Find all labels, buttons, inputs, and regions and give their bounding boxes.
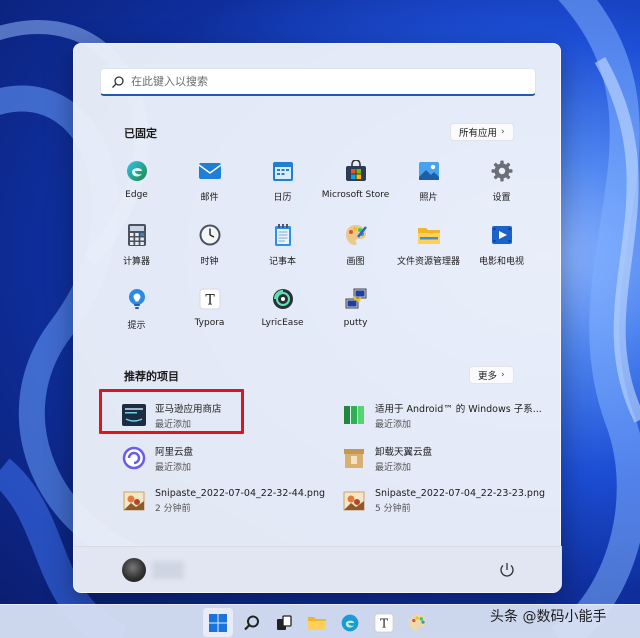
lyricease-icon (270, 286, 296, 312)
pinned-app-tips[interactable]: 提示 (100, 282, 173, 346)
app-label: Edge (125, 190, 148, 200)
app-label: 记事本 (268, 257, 296, 267)
store-icon (343, 158, 369, 184)
typora-icon[interactable]: T (373, 612, 395, 634)
recommended-item-snipaste-2[interactable]: Snipaste_2022-07-04_22-23-23.png 5 分钟前 (342, 484, 552, 518)
recommended-item-sub: 2 分钟前 (155, 504, 191, 514)
pinned-app-calculator[interactable]: 计算器 (100, 218, 173, 282)
pinned-app-settings[interactable]: 设置 (465, 154, 538, 218)
pinned-app-movies-tv[interactable]: 电影和电视 (465, 218, 538, 282)
recommended-item-name: 阿里云盘 (155, 446, 194, 458)
pinned-app-calendar[interactable]: 日历 (246, 154, 319, 218)
app-label: Microsoft Store (321, 190, 390, 200)
search-input[interactable] (131, 75, 511, 88)
app-label: 画图 (346, 257, 365, 267)
pinned-title: 已固定 (124, 127, 157, 140)
task-view-icon[interactable] (273, 612, 295, 634)
file-explorer-icon (416, 222, 442, 248)
all-apps-label: 所有应用 (459, 128, 498, 139)
svg-text:T: T (205, 293, 215, 309)
app-label: 提示 (127, 321, 146, 331)
recommended-item-sub: 最近添加 (155, 462, 192, 473)
paint-icon (343, 222, 369, 248)
recommended-title: 推荐的项目 (124, 370, 179, 383)
notepad-icon (270, 222, 296, 248)
wsa-icon (342, 403, 366, 427)
pinned-app-photos[interactable]: 照片 (392, 154, 465, 218)
recommended-item-sub: 5 分钟前 (375, 504, 411, 514)
recommended-item-name: Snipaste_2022-07-04_22-23-23.png (375, 488, 545, 499)
app-label: 日历 (273, 193, 292, 203)
recommended-item-sub: 最近添加 (375, 462, 412, 473)
calendar-icon (270, 158, 296, 184)
chevron-right-icon: › (501, 370, 505, 380)
search-icon[interactable] (241, 612, 263, 634)
more-button[interactable]: 更多 › (469, 366, 514, 384)
app-label: 电影和电视 (478, 257, 524, 267)
chevron-right-icon: › (501, 127, 505, 137)
username-redacted[interactable] (152, 561, 184, 579)
clock-icon (197, 222, 223, 248)
paint-icon[interactable] (407, 612, 429, 634)
recommended-item-wsa[interactable]: 适用于 Android™ 的 Windows 子系... 最近添加 (342, 398, 552, 432)
svg-text:T: T (380, 617, 388, 631)
image-file-icon (122, 489, 146, 513)
recommended-item-aliyun-drive[interactable]: 阿里云盘 最近添加 (122, 441, 332, 475)
avatar[interactable] (122, 558, 146, 582)
more-label: 更多 (478, 371, 498, 382)
putty-icon (343, 286, 369, 312)
photos-icon (416, 158, 442, 184)
all-apps-button[interactable]: 所有应用 › (450, 123, 514, 141)
app-label: putty (343, 318, 368, 328)
pinned-app-file-explorer[interactable]: 文件资源管理器 (392, 218, 465, 282)
pinned-app-putty[interactable]: putty (319, 282, 392, 346)
calculator-icon (124, 222, 150, 248)
pinned-app-mail[interactable]: 邮件 (173, 154, 246, 218)
tips-icon (124, 286, 150, 312)
recommended-item-sub: 最近添加 (155, 419, 192, 430)
app-label: Typora (194, 318, 225, 328)
watermark: 头条 @数码小能手 (490, 609, 607, 625)
recommended-item-amazon-appstore[interactable]: 亚马逊应用商店 最近添加 (122, 398, 332, 432)
mail-icon (197, 158, 223, 184)
uninstall-tianyi-icon (342, 446, 366, 470)
app-label: 文件资源管理器 (396, 257, 460, 267)
pinned-app-notepad[interactable]: 记事本 (246, 218, 319, 282)
app-label: 设置 (492, 193, 511, 203)
search-box[interactable] (100, 68, 536, 96)
pinned-app-edge[interactable]: Edge (100, 154, 173, 218)
edge-icon[interactable] (339, 612, 361, 634)
app-label: 照片 (419, 193, 438, 203)
recommended-item-name: Snipaste_2022-07-04_22-32-44.png (155, 488, 325, 499)
recommended-item-sub: 最近添加 (375, 419, 412, 430)
app-label: 计算器 (122, 257, 150, 267)
movies-tv-icon (489, 222, 515, 248)
recommended-item-name: 适用于 Android™ 的 Windows 子系... (375, 403, 542, 415)
amazon-appstore-icon (122, 403, 146, 427)
pinned-app-microsoft-store[interactable]: Microsoft Store (319, 154, 392, 218)
pinned-grid: Edge 邮件 日历 Microsoft Store 照片 设置 计算器 时钟 … (100, 154, 540, 346)
pinned-app-clock[interactable]: 时钟 (173, 218, 246, 282)
app-label: LyricEase (261, 318, 304, 328)
pinned-app-typora[interactable]: T Typora (173, 282, 246, 346)
pinned-app-lyricease[interactable]: LyricEase (246, 282, 319, 346)
aliyun-drive-icon (122, 446, 146, 470)
typora-icon: T (197, 286, 223, 312)
start-icon[interactable] (207, 612, 229, 634)
recommended-item-name: 亚马逊应用商店 (155, 403, 222, 415)
search-icon (112, 75, 124, 88)
start-menu-footer (74, 546, 562, 592)
edge-icon (124, 158, 150, 184)
image-file-icon (342, 489, 366, 513)
pinned-app-paint[interactable]: 画图 (319, 218, 392, 282)
recommended-item-uninstall-tianyi[interactable]: 卸载天翼云盘 最近添加 (342, 441, 552, 475)
power-icon[interactable] (498, 561, 516, 579)
settings-icon (489, 158, 515, 184)
start-menu: 已固定 所有应用 › Edge 邮件 日历 (73, 43, 562, 593)
file-explorer-icon[interactable] (306, 612, 328, 634)
app-label: 邮件 (200, 193, 219, 203)
recommended-item-name: 卸载天翼云盘 (375, 446, 433, 458)
app-label: 时钟 (200, 257, 219, 267)
recommended-item-snipaste-1[interactable]: Snipaste_2022-07-04_22-32-44.png 2 分钟前 (122, 484, 332, 518)
